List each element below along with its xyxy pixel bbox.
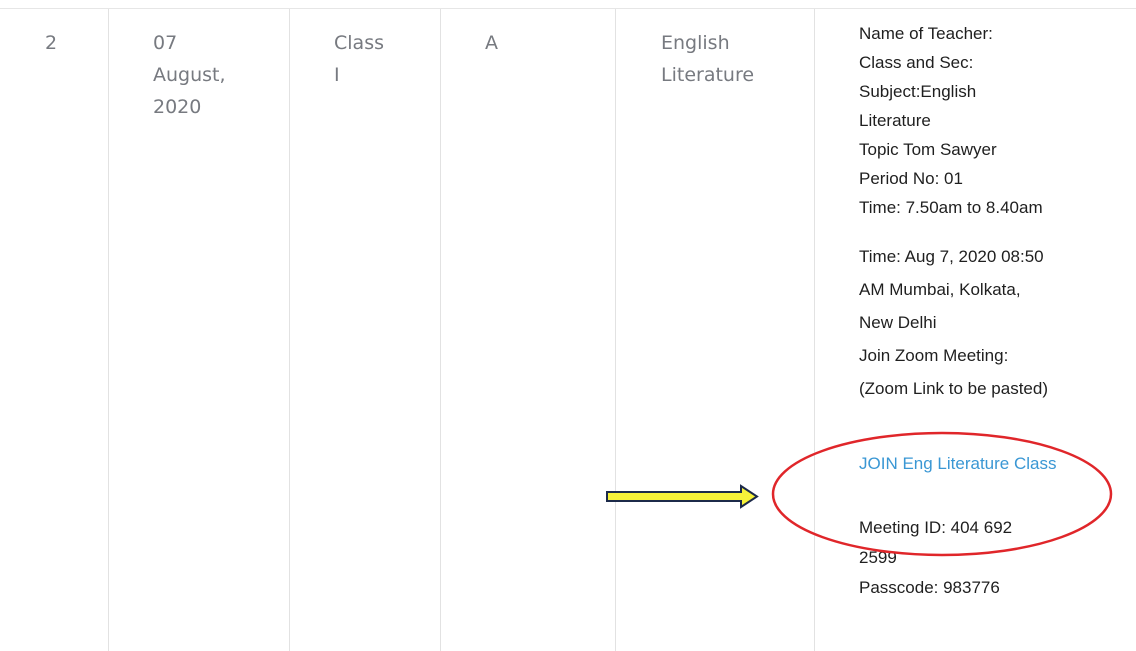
column-divider [440,9,441,651]
cell-subject: English Literature [661,32,755,86]
column-divider [108,9,109,651]
meeting-line: AM Mumbai, Kolkata, [859,280,1021,299]
meeting-credentials-block: Meeting ID: 404 692 2599 Passcode: 98377… [859,513,1129,603]
cell-serial-number: 2 [45,32,58,54]
info-line: Time: 7.50am to 8.40am [859,198,1043,217]
meeting-line: Time: Aug 7, 2020 08:50 [859,247,1044,266]
schedule-page: 2 07 August, 2020 Class I A English Lite… [0,0,1136,651]
column-divider [615,9,616,651]
passcode-line: Passcode: 983776 [859,578,1000,597]
meeting-line: (Zoom Link to be pasted) [859,379,1048,398]
cell-date: 07 August, 2020 [153,32,226,118]
cell-section: A [485,32,498,54]
info-line: Class and Sec: [859,53,974,72]
info-line: Name of Teacher: [859,24,993,43]
cell-class: Class I [334,32,384,86]
meeting-time-block: Time: Aug 7, 2020 08:50 AM Mumbai, Kolka… [859,240,1129,405]
info-line: Topic Tom Sawyer [859,140,997,159]
column-divider [289,9,290,651]
meeting-id-line: Meeting ID: 404 692 [859,518,1013,537]
info-line: Subject:English [859,82,977,101]
info-line: Period No: 01 [859,169,963,188]
meeting-id-line: 2599 [859,548,897,567]
column-divider [814,9,815,651]
meeting-line: Join Zoom Meeting: [859,346,1009,365]
meeting-line: New Delhi [859,313,937,332]
join-class-link[interactable]: JOIN Eng Literature Class [859,449,1059,478]
teacher-info-block: Name of Teacher: Class and Sec: Subject:… [859,19,1129,222]
info-line: Literature [859,111,931,130]
cell-class-details: Name of Teacher: Class and Sec: Subject:… [859,19,1129,603]
